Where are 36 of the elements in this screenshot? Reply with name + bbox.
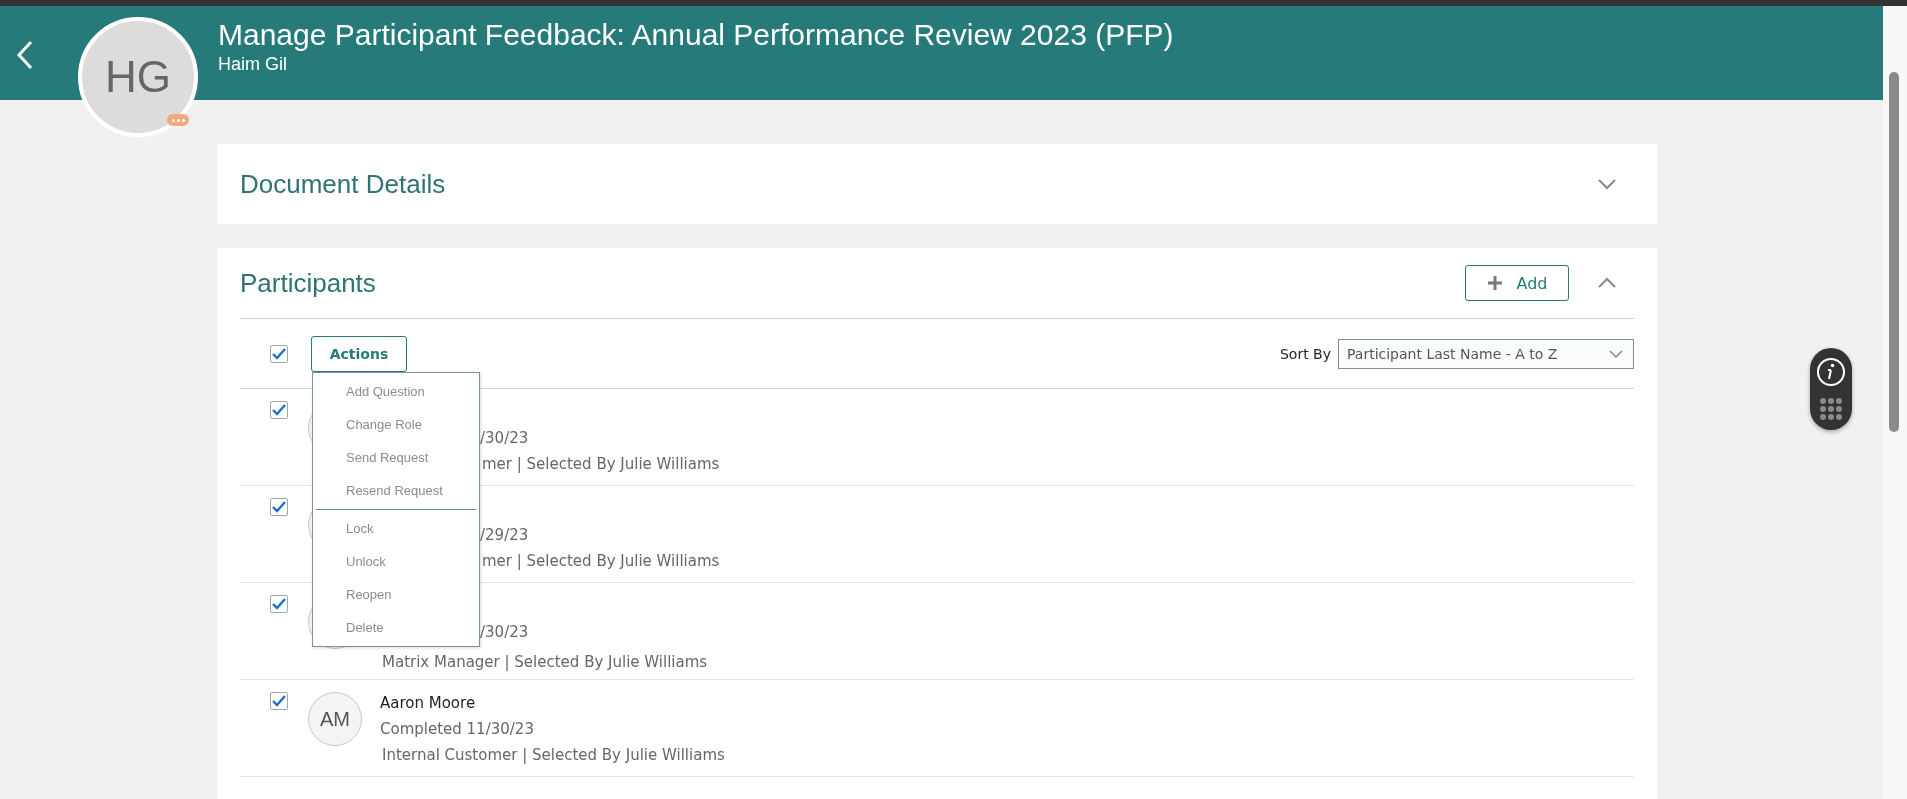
participant-status: Completed 11/30/23 [380, 719, 535, 740]
row-checkbox[interactable] [270, 595, 288, 613]
plus-icon [1486, 275, 1503, 291]
row-checkbox[interactable] [270, 692, 288, 710]
help-widget[interactable] [1810, 348, 1852, 430]
select-all-checkbox[interactable] [270, 344, 288, 363]
participant-role: mer | Selected By Julie Williams [481, 454, 720, 475]
participant-role: Internal Customer | Selected By Julie Williams [381, 745, 725, 766]
participant-row[interactable]: AM Aaron Moore Completed 11/30/23 Internal Customer | Selected By Julie Williams [240, 680, 1634, 777]
dropdown-chevron-icon [1609, 349, 1623, 358]
participant-name: Aaron Moore [380, 693, 477, 714]
section-title: Participants [240, 267, 376, 299]
back-button[interactable] [16, 40, 34, 72]
expand-chevron-icon[interactable] [1597, 178, 1617, 190]
participant-status: /30/23 [480, 622, 530, 643]
section-title: Document Details [240, 168, 446, 200]
employee-name: Haim Gil [218, 54, 288, 75]
grid-dots-icon[interactable] [1819, 397, 1843, 421]
actions-button[interactable]: Actions [311, 335, 407, 372]
page-title: Manage Participant Feedback: Annual Performance Review 2023 (PFP) [218, 18, 1174, 52]
more-dots-icon[interactable] [167, 114, 189, 126]
participant-role: Matrix Manager | Selected By Julie Williams [381, 652, 708, 673]
sort-dropdown[interactable]: Participant Last Name - A to Z [1338, 338, 1634, 369]
avatar: AM [308, 692, 362, 746]
collapse-chevron-icon[interactable] [1597, 277, 1617, 289]
participant-status: /29/23 [480, 525, 530, 546]
row-checkbox[interactable] [270, 401, 288, 419]
sort-label: Sort By [1279, 345, 1331, 362]
participant-status: /30/23 [480, 428, 530, 449]
participant-role: mer | Selected By Julie Williams [481, 551, 720, 572]
info-icon[interactable] [1816, 357, 1846, 387]
row-checkbox[interactable] [270, 498, 288, 516]
back-chevron-icon [16, 40, 34, 70]
add-button[interactable]: Add [1465, 265, 1569, 301]
scrollbar-thumb[interactable] [1889, 72, 1899, 432]
avatar: HG [78, 17, 198, 137]
